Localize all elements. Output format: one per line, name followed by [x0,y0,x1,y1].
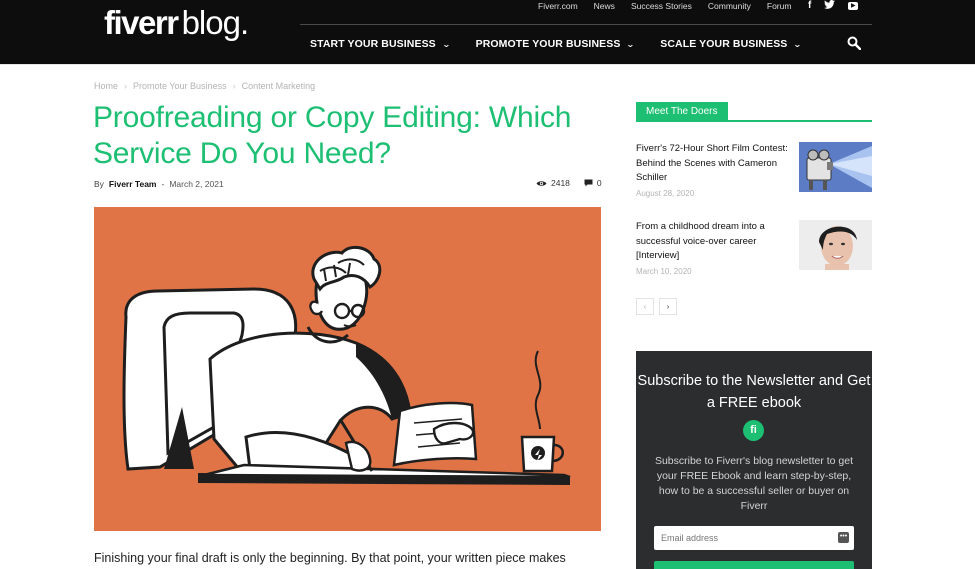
top-links: Fiverr.com News Success Stories Communit… [538,0,791,12]
newsletter-title: Subscribe to the Newsletter and Get a FR… [637,373,871,411]
top-link-success-stories[interactable]: Success Stories [631,0,692,12]
projector-image [799,142,872,192]
youtube-icon[interactable]: ▶ [848,2,859,10]
comment-icon [584,179,593,187]
sidebar-post[interactable]: Fiverr's 72-Hour Short Film Contest: Beh… [636,142,872,198]
top-link-forum[interactable]: Forum [767,0,792,12]
sidebar-heading-label: Meet The Doers [636,102,728,122]
writer-illustration [122,245,571,485]
article-stats: 2418 0 [536,178,602,188]
top-link-community[interactable]: Community [708,0,751,12]
pager-next-button[interactable]: › [659,298,677,315]
comment-count[interactable]: 0 [584,178,602,188]
sidebar-heading: Meet The Doers [636,101,872,122]
portrait-image [799,220,872,270]
top-link-news[interactable]: News [594,0,615,12]
nav-label: SCALE YOUR BUSINESS [660,38,788,50]
comments-value: 0 [596,178,602,188]
chevron-down-icon: ⌄ [626,39,636,49]
view-count: 2418 [536,178,570,188]
top-link-fiverr-com[interactable]: Fiverr.com [538,0,578,12]
email-placeholder: Email address [661,533,719,543]
hero-illustration [94,207,601,531]
fiverr-fi-icon: fi [743,420,764,441]
nav-promote-your-business[interactable]: PROMOTE YOUR BUSINESS ⌄ [475,38,636,50]
header-divider [0,64,975,65]
logo-brand: fiverr [104,4,179,41]
nav-label: START YOUR BUSINESS [310,38,436,50]
breadcrumb-separator: › [232,81,236,91]
sidebar-post-thumbnail[interactable] [799,220,872,270]
chevron-down-icon: ⌄ [441,39,451,49]
pager-prev-button[interactable]: ‹ [636,298,654,315]
publish-date: March 2, 2021 [169,179,224,189]
article-intro: Finishing your final draft is only the b… [94,551,566,565]
meta-dash: - [161,179,165,189]
logo-suffix: blog. [181,4,250,41]
fiverr-blog-logo[interactable]: fiverr blog. [104,4,250,48]
by-label: By [94,179,104,189]
breadcrumb: Home › Promote Your Business › Content M… [94,81,315,91]
views-value: 2418 [551,178,570,188]
article-meta: By Fiverr Team - March 2, 2021 [94,179,224,189]
social-links: f ▶ [808,0,859,12]
eye-icon [536,180,547,186]
sidebar-post-title[interactable]: Fiverr's 72-Hour Short Film Contest: Beh… [636,142,788,186]
breadcrumb-promote[interactable]: Promote Your Business [133,81,227,91]
facebook-icon[interactable]: f [808,1,811,11]
nav-divider [300,24,872,25]
search-icon[interactable] [847,36,861,50]
article-title: Proofreading or Copy Editing: Which Serv… [93,101,572,170]
nav-start-your-business[interactable]: START YOUR BUSINESS ⌄ [310,38,450,50]
breadcrumb-separator: › [124,81,128,91]
nav-scale-your-business[interactable]: SCALE YOUR BUSINESS ⌄ [660,38,803,50]
sidebar-post-title[interactable]: From a childhood dream into a successful… [636,220,788,264]
sidebar-post[interactable]: From a childhood dream into a successful… [636,220,872,276]
autofill-icon[interactable]: ••• [838,532,849,543]
nav-label: PROMOTE YOUR BUSINESS [475,38,621,50]
breadcrumb-content-marketing[interactable]: Content Marketing [242,81,316,91]
sidebar-post-thumbnail[interactable] [799,142,872,192]
subscribe-button[interactable] [654,561,854,569]
twitter-icon[interactable] [824,0,836,12]
chevron-down-icon: ⌄ [793,39,803,49]
breadcrumb-home[interactable]: Home [94,81,118,91]
sidebar-pager: ‹ › [636,298,677,315]
newsletter-description: Subscribe to Fiverr's blog newsletter to… [654,455,854,512]
email-field[interactable]: Email address ••• [654,526,854,550]
main-nav: START YOUR BUSINESS ⌄ PROMOTE YOUR BUSIN… [310,38,803,50]
site-header: fiverr blog. Fiverr.com News Success Sto… [0,0,975,64]
newsletter-box: Subscribe to the Newsletter and Get a FR… [636,351,872,569]
author-link[interactable]: Fiverr Team [109,179,157,189]
